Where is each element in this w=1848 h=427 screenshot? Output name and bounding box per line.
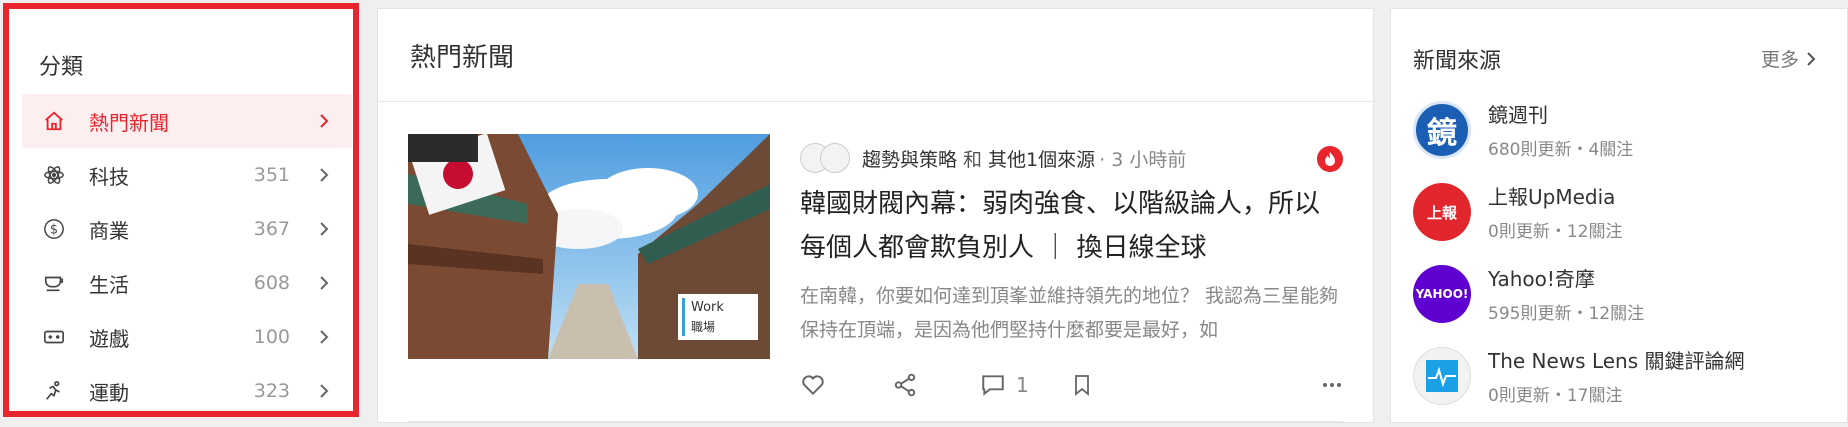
source-stats: 680則更新・4關注 <box>1488 140 1634 160</box>
svg-text:$: $ <box>50 223 58 238</box>
avatar <box>820 143 850 173</box>
category-label: 熱門新聞 <box>89 110 169 135</box>
source-item-upmedia[interactable]: 上報 上報UpMedia 0則更新・12關注 <box>1413 181 1833 263</box>
category-item-hot-news[interactable]: 熱門新聞 <box>22 94 352 148</box>
mirror-logo: 鏡 <box>1413 101 1471 159</box>
source-stats: 595則更新・12關注 <box>1488 304 1645 324</box>
chevron-right-icon <box>320 330 329 344</box>
category-list: 熱門新聞 科技 351 $ 商業 367 生活 608 遊戲 100 運動 32… <box>22 94 352 418</box>
comment-button[interactable]: 1 <box>980 372 1029 398</box>
bookmark-icon <box>1075 375 1089 396</box>
article-actions: 1 <box>800 370 1342 402</box>
category-count: 100 <box>253 326 290 348</box>
hot-news-panel: 熱門新聞 Work 職場 趨勢與策略 和 其他1個來源 · 3 小時前 韓國財閥… <box>377 8 1374 423</box>
category-label: 運動 <box>89 380 129 405</box>
sources-title: 新聞來源 <box>1413 49 1502 74</box>
more-horizontal-icon <box>1323 383 1341 387</box>
article-meta: 趨勢與策略 和 其他1個來源 · 3 小時前 <box>800 142 1186 174</box>
comment-icon <box>982 375 1004 396</box>
article-title[interactable]: 韓國財閥內幕：弱肉強食、以階級論人，所以每個人都會欺負別人 ｜ 換日線全球 <box>800 182 1340 270</box>
cup-icon <box>42 271 66 295</box>
source-name: 鏡週刊 <box>1488 103 1548 127</box>
source-item-mirror[interactable]: 鏡 鏡週刊 680則更新・4關注 <box>1413 99 1833 181</box>
source-joiner: 和 <box>963 148 983 171</box>
article-time: · 3 小時前 <box>1099 148 1187 171</box>
article-description: 在南韓，你要如何達到頂峯並維持領先的地位？ 我認為三星能夠保持在頂端，是因為他們… <box>800 285 1339 341</box>
article-divider <box>408 421 1343 422</box>
category-panel: 分類 熱門新聞 科技 351 $ 商業 367 生活 608 遊戲 100 運動… <box>3 3 359 417</box>
like-button[interactable] <box>800 372 826 398</box>
thumb-badge-line1: Work <box>691 300 724 315</box>
category-label: 商業 <box>89 218 129 243</box>
source-item-newslens[interactable]: The News Lens 關鍵評論網 0則更新・17關注 <box>1413 345 1833 427</box>
newslens-logo <box>1413 347 1471 405</box>
chevron-right-icon <box>320 276 329 290</box>
atom-icon <box>42 163 66 187</box>
comment-count: 1 <box>1016 373 1029 397</box>
chevron-right-icon <box>320 114 329 128</box>
home-icon <box>42 109 66 133</box>
chevron-right-icon <box>320 384 329 398</box>
yahoo-logo: YAHOO! <box>1413 265 1471 323</box>
category-count: 608 <box>253 272 290 294</box>
source-stats: 0則更新・17關注 <box>1488 386 1623 406</box>
category-item-sports[interactable]: 運動 323 <box>22 364 352 418</box>
category-label: 生活 <box>89 272 129 297</box>
category-item-games[interactable]: 遊戲 100 <box>22 310 352 364</box>
category-count: 351 <box>253 164 290 186</box>
category-count: 367 <box>253 218 290 240</box>
category-item-life[interactable]: 生活 608 <box>22 256 352 310</box>
category-label: 科技 <box>89 164 129 189</box>
page-title: 熱門新聞 <box>410 42 515 73</box>
chevron-right-icon <box>320 222 329 236</box>
category-item-business[interactable]: $ 商業 367 <box>22 202 352 256</box>
gamepad-icon <box>42 325 66 349</box>
sources-list: 鏡 鏡週刊 680則更新・4關注 上報 上報UpMedia 0則更新・12關注 … <box>1413 99 1833 427</box>
more-label: 更多 <box>1760 49 1799 71</box>
heart-icon <box>802 375 824 396</box>
runner-icon <box>42 379 66 403</box>
category-count: 323 <box>253 380 290 402</box>
fire-icon <box>1317 146 1343 172</box>
article-thumbnail[interactable]: Work 職場 <box>408 134 770 359</box>
category-label: 遊戲 <box>89 326 129 351</box>
source-stats: 0則更新・12關注 <box>1488 222 1623 242</box>
chevron-right-icon <box>1807 51 1816 66</box>
source-name: Yahoo!奇摩 <box>1488 267 1595 291</box>
share-icon <box>894 373 916 397</box>
article-card[interactable]: Work 職場 趨勢與策略 和 其他1個來源 · 3 小時前 韓國財閥內幕：弱肉… <box>408 134 1343 416</box>
source-avatars <box>800 143 850 173</box>
more-sources-link[interactable]: 更多 <box>1761 45 1817 72</box>
source-secondary-link[interactable]: 其他1個來源 <box>988 145 1095 172</box>
source-name: 上報UpMedia <box>1488 185 1616 209</box>
news-sources-panel: 新聞來源 更多 鏡 鏡週刊 680則更新・4關注 上報 上報UpMedia 0則… <box>1390 8 1848 423</box>
thumb-badge-line2: 職場 <box>691 320 716 334</box>
source-name: The News Lens 關鍵評論網 <box>1488 349 1745 373</box>
source-item-yahoo[interactable]: YAHOO! Yahoo!奇摩 595則更新・12關注 <box>1413 263 1833 345</box>
source-primary-link[interactable]: 趨勢與策略 <box>862 145 957 172</box>
dollar-icon: $ <box>42 217 66 241</box>
category-item-tech[interactable]: 科技 351 <box>22 148 352 202</box>
panel-header: 熱門新聞 <box>378 9 1373 102</box>
chevron-right-icon <box>320 168 329 182</box>
more-options-button[interactable] <box>1322 372 1342 398</box>
share-button[interactable] <box>892 372 918 398</box>
bookmark-button[interactable] <box>1070 372 1094 398</box>
category-title: 分類 <box>39 55 84 80</box>
upmedia-logo: 上報 <box>1413 183 1471 241</box>
